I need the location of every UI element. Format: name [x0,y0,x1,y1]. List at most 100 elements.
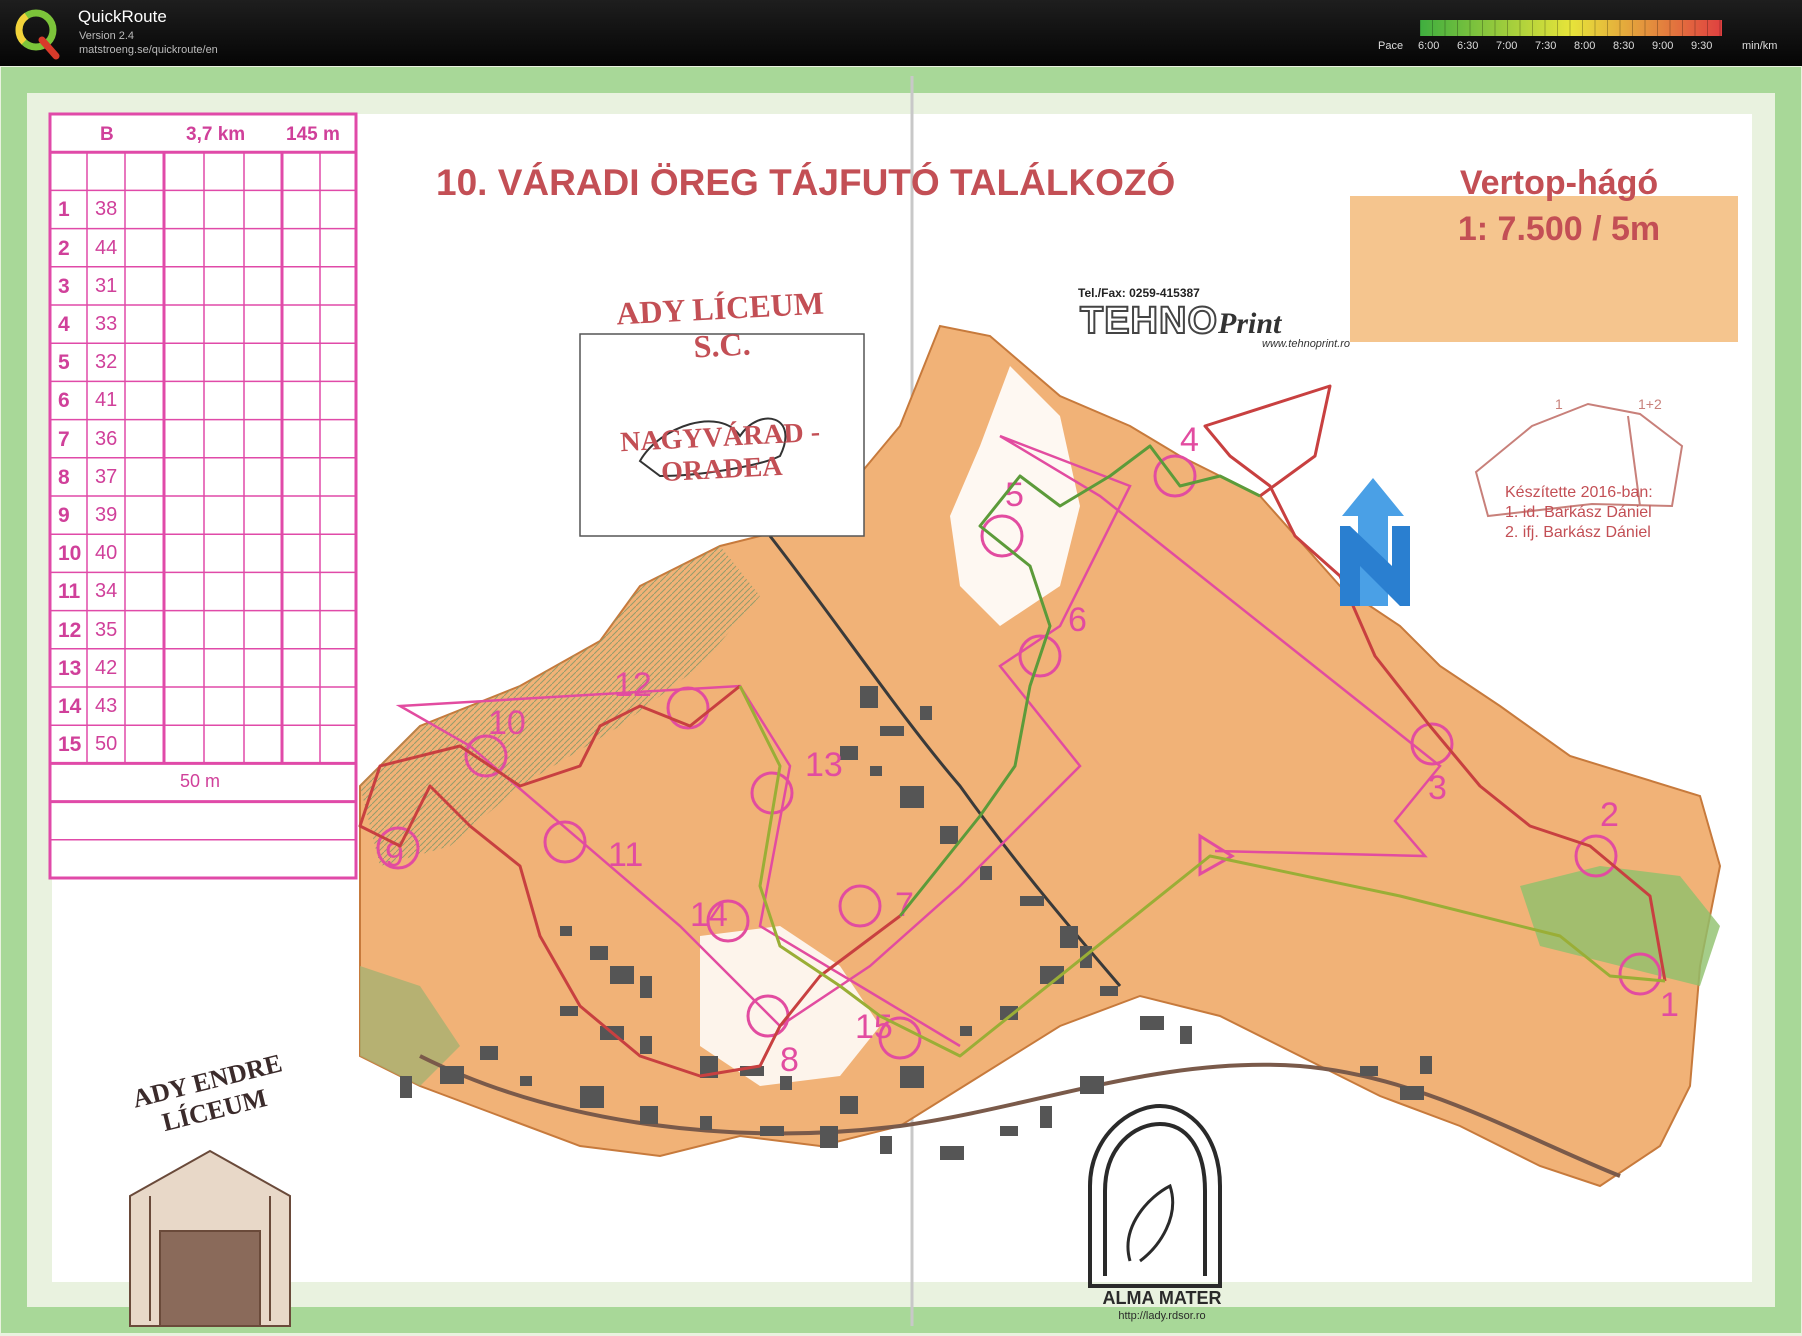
alma-mater-label: ALMA MATER [1102,1288,1222,1308]
building [900,786,924,808]
control-code: 42 [95,656,118,679]
app-title: QuickRoute [78,7,167,26]
building [520,1076,532,1086]
building [1000,1126,1018,1136]
map-scale: 1: 7.500 / 5m [1457,210,1661,248]
map-title: 10. VÁRADI ÖREG TÁJFUTÓ TALÁLKOZÓ [436,162,1176,203]
control-row-number: 7 [58,427,70,451]
building [480,1046,498,1060]
control-row-number: 13 [58,656,82,680]
building [1080,1076,1104,1094]
finish-distance: 50 m [180,771,221,792]
building [640,976,652,998]
building [640,1106,658,1124]
control-row-number: 15 [58,733,82,757]
building [820,1126,838,1148]
alma-mater-url: http://lady.rdsor.ro [1118,1310,1206,1322]
building [870,766,882,776]
building [880,726,904,736]
sponsor-brand: TEHNOPrint [1079,299,1282,343]
control-row-number: 9 [58,504,70,527]
building [900,1066,924,1088]
building [880,1136,892,1154]
description-sheet [48,112,358,880]
building [940,826,958,844]
building [560,1006,578,1016]
control-number: 12 [614,666,652,704]
building [440,1066,464,1084]
control-code: 40 [95,542,118,565]
map-view[interactable]: 1 2 3 4 5 6 7 8 9 10 11 12 13 14 15 10. VÁRADI ÖREG TÁ… [0,66,1802,1336]
building [610,966,634,984]
control-row-number: 4 [58,313,70,336]
building [560,926,572,936]
inset-label-1: 1 [1555,396,1563,412]
orienteering-map[interactable]: 123456789101112131415 [0,66,1802,1336]
control-code: 31 [95,274,118,297]
building [960,1026,972,1036]
control-code: 34 [95,580,118,603]
control-row-number: 8 [58,465,70,489]
control-number: 13 [805,746,843,784]
credits-line-1: 1. id. Barkász Dániel [1505,504,1652,521]
app-version: Version 2.4 [79,30,135,42]
building [640,1036,652,1054]
building [860,686,878,708]
building [940,1146,964,1160]
control-number: 10 [488,704,526,742]
course-class: B [100,124,114,145]
control-number: 8 [780,1041,799,1079]
control-number: 14 [690,896,728,934]
control-code: 41 [95,389,118,412]
pace-tick-label: 8:30 [1613,40,1635,52]
credits-line-2: 2. ifj. Barkász Dániel [1505,524,1651,541]
control-number: 1 [1660,986,1679,1024]
control-row-number: 1 [58,198,70,222]
control-code: 43 [95,695,118,717]
sponsor-brand-script: Print [1218,307,1282,340]
control-row-number: 2 [58,236,70,260]
control-number: 4 [1180,421,1199,459]
club-name-top: ADY LÍCEUM S.C. [615,284,825,365]
control-row-number: 12 [58,618,82,642]
pace-tick-label: 9:30 [1691,40,1713,52]
building [1420,1056,1432,1074]
building [1400,1086,1424,1100]
control-row-number: 5 [58,351,70,375]
building [1360,1066,1378,1076]
building [700,1116,712,1130]
sponsor-phone: Tel./Fax: 0259-415387 [1078,286,1200,300]
control-code: 44 [95,236,118,259]
app-url[interactable]: matstroeng.se/quickroute/en [79,44,218,56]
control-number: 6 [1068,601,1087,639]
control-row-number: 14 [58,695,82,718]
control-number: 11 [608,836,643,874]
pace-tick-label: 9:00 [1652,40,1674,52]
control-code: 39 [95,504,118,526]
control-code: 37 [95,465,118,488]
control-row-number: 6 [58,389,70,413]
control-number: 2 [1600,796,1619,834]
pace-tick-label: 8:00 [1574,40,1596,52]
area-name: Vertop-hágó [1459,164,1659,202]
building [920,706,932,720]
building [400,1076,412,1098]
control-code: 38 [95,198,118,221]
building [580,1086,604,1108]
app-header: QuickRoute Version 2.4 matstroeng.se/qui… [0,0,1802,67]
building [590,946,608,960]
control-code: 36 [95,427,118,450]
pace-tick-label: 6:00 [1418,40,1440,52]
building [840,1096,858,1114]
building [1100,986,1118,996]
control-code: 35 [95,618,118,641]
building [980,866,992,880]
pace-label: Pace [1378,40,1404,52]
pace-color-bar [1420,20,1722,36]
building [1140,1016,1164,1030]
building [1040,1106,1052,1128]
control-code: 33 [95,313,118,335]
sponsor-brand-main: TEHNO [1079,299,1218,343]
control-number: 15 [855,1008,893,1046]
sponsor-url: www.tehnoprint.ro [1262,338,1351,350]
